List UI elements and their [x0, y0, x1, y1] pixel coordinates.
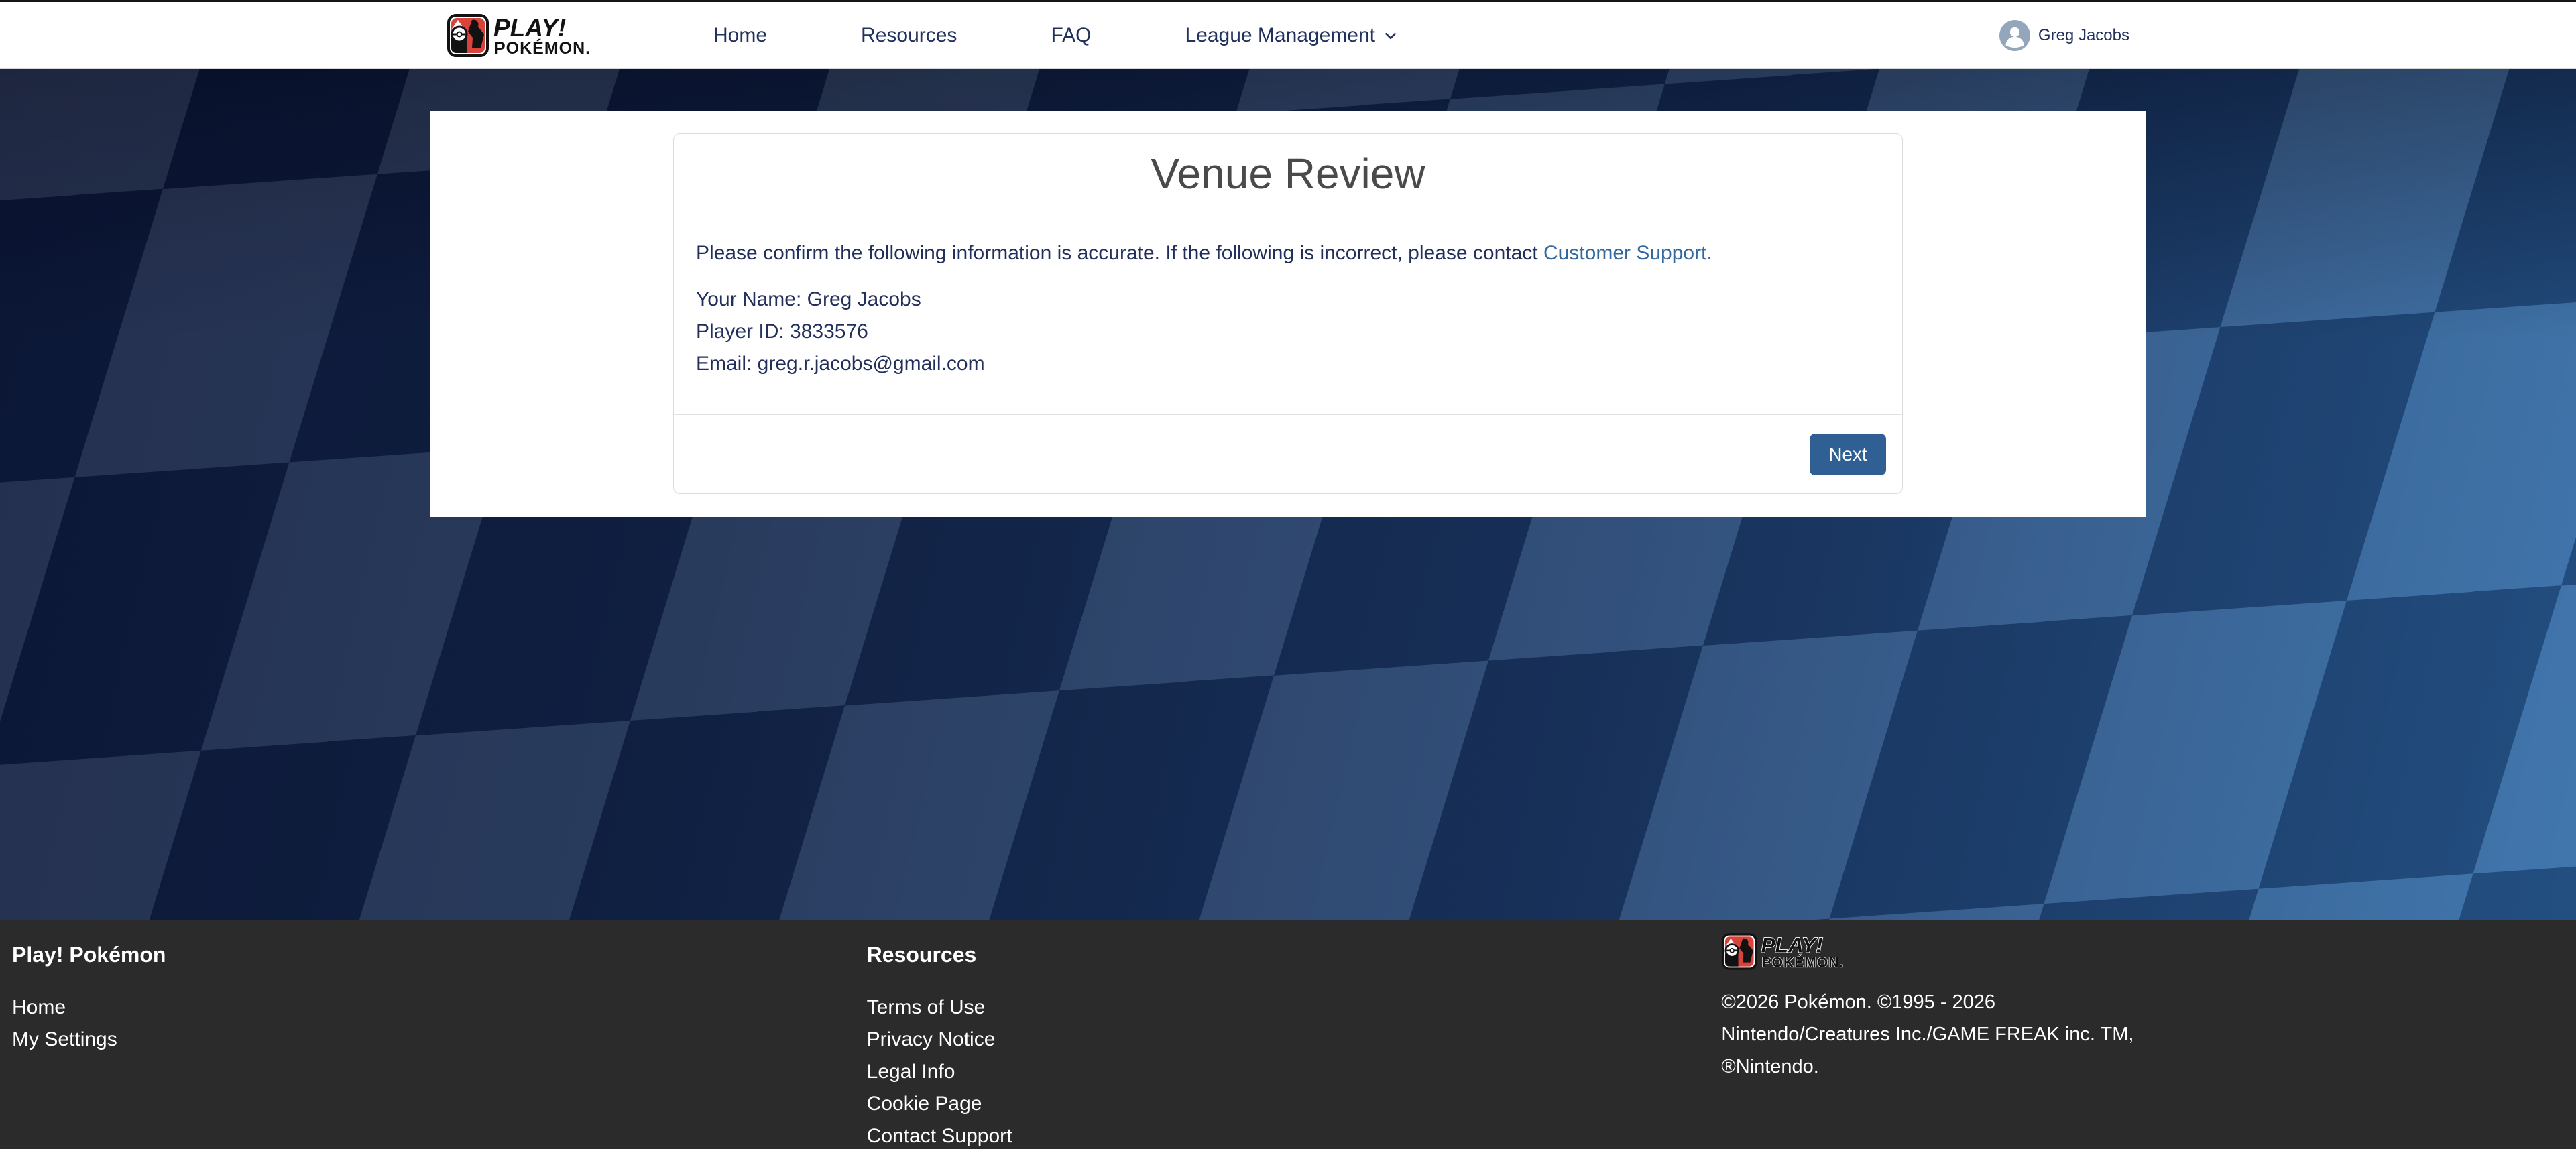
footer-link-legal-info[interactable]: Legal Info [867, 1056, 955, 1088]
copyright-line-1: ©2026 Pokémon. ©1995 - 2026 [1721, 986, 2576, 1018]
card-footer: Next [674, 414, 1902, 493]
venue-review-card-body: Venue Review Please confirm the followin… [674, 134, 1902, 414]
copyright-notice: ©2026 Pokémon. ©1995 - 2026 Nintendo/Cre… [1721, 986, 2576, 1083]
nav-item-league-management[interactable]: League Management [1185, 24, 1399, 47]
main-nav: Home Resources FAQ League Management [713, 24, 1399, 47]
nav-item-faq[interactable]: FAQ [1051, 24, 1091, 47]
confirmation-message-period: . [1706, 242, 1712, 264]
footer-play-pokemon-logo-icon: PLAY! POKÉMON. [1721, 933, 1875, 970]
user-name: Greg Jacobs [2038, 26, 2129, 45]
user-menu[interactable]: Greg Jacobs [1999, 20, 2129, 51]
footer-resources-column: Resources Terms of Use Privacy Notice Le… [867, 933, 1722, 1149]
player-id-value: Player ID: 3833576 [696, 316, 1880, 348]
footer-link-home[interactable]: Home [12, 991, 66, 1024]
venue-review-card: Venue Review Please confirm the followin… [673, 133, 1903, 494]
play-pokemon-logo-icon: PLAY! POKÉMON. [447, 14, 628, 57]
chevron-down-icon [1382, 27, 1399, 44]
confirmation-message: Please confirm the following information… [696, 241, 1880, 266]
confirmation-message-text: Please confirm the following information… [696, 242, 1543, 264]
footer-link-privacy-notice[interactable]: Privacy Notice [867, 1024, 996, 1056]
footer-link-contact-support[interactable]: Contact Support [867, 1120, 1012, 1149]
copyright-line-2: Nintendo/Creatures Inc./GAME FREAK inc. … [1721, 1018, 2576, 1050]
user-avatar-icon [1999, 20, 2030, 51]
email-value: Email: greg.r.jacobs@gmail.com [696, 348, 1880, 380]
footer-brand-heading: Play! Pokémon [12, 943, 867, 967]
footer-resources-heading: Resources [867, 943, 1722, 967]
footer-play-pokemon-logo: PLAY! POKÉMON. [1721, 933, 2576, 970]
nav-item-faq-label: FAQ [1051, 24, 1091, 47]
site-footer: Play! Pokémon Home My Settings Resources… [0, 920, 2576, 1149]
customer-support-link[interactable]: Customer Support [1543, 242, 1706, 264]
footer-logo-text-play: PLAY! [1761, 933, 1823, 957]
logo-text-play: PLAY! [493, 14, 566, 42]
footer-logo-text-pokemon: POKÉMON. [1762, 954, 1845, 971]
footer-link-cookie-page[interactable]: Cookie Page [867, 1088, 982, 1120]
header-inner: PLAY! POKÉMON. Home Resources FAQ League… [430, 2, 2146, 68]
footer-brand-column: Play! Pokémon Home My Settings [12, 933, 867, 1149]
site-header: PLAY! POKÉMON. Home Resources FAQ League… [0, 2, 2576, 69]
main-area: Venue Review Please confirm the followin… [0, 69, 2576, 920]
logo-text-pokemon: POKÉMON. [494, 38, 591, 57]
page-title: Venue Review [696, 149, 1880, 199]
nav-item-resources[interactable]: Resources [861, 24, 957, 47]
your-name-value: Your Name: Greg Jacobs [696, 284, 1880, 316]
footer-link-my-settings[interactable]: My Settings [12, 1024, 117, 1056]
nav-item-home[interactable]: Home [713, 24, 767, 47]
copyright-line-3: ®Nintendo. [1721, 1050, 2576, 1083]
play-pokemon-logo[interactable]: PLAY! POKÉMON. [447, 14, 628, 57]
content-panel: Venue Review Please confirm the followin… [430, 111, 2146, 517]
nav-item-league-management-label: League Management [1185, 24, 1375, 47]
next-button[interactable]: Next [1810, 434, 1886, 475]
nav-item-resources-label: Resources [861, 24, 957, 47]
footer-legal-column: PLAY! POKÉMON. ©2026 Pokémon. ©1995 - 20… [1721, 933, 2576, 1149]
nav-item-home-label: Home [713, 24, 767, 47]
footer-link-terms-of-use[interactable]: Terms of Use [867, 991, 986, 1024]
